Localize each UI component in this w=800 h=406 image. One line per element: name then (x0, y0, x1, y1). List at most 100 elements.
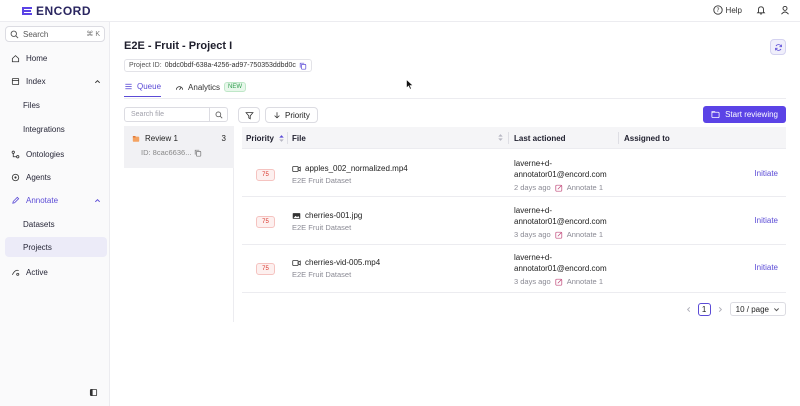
column-last-actioned[interactable]: Last actioned (514, 127, 566, 149)
page-title: E2E - Fruit - Project I (124, 40, 233, 52)
search-icon (215, 111, 222, 118)
stage-name: Annotate 1 (566, 183, 603, 192)
last-actioned-time: 2 days ago (514, 183, 551, 192)
sidebar-item-files[interactable]: Files (0, 95, 110, 115)
image-icon (292, 212, 301, 219)
tab-label: Queue (137, 82, 162, 91)
sidebar-item-label: Projects (23, 242, 52, 252)
actor-line-2: annotator01@encord.com (514, 217, 607, 226)
dataset-name: E2E Fruit Dataset (292, 176, 352, 185)
sidebar-item-home[interactable]: Home (0, 48, 110, 68)
filter-button[interactable] (238, 107, 260, 123)
sidebar-item-label: Index (26, 76, 46, 86)
stage-name: Review 1 (145, 134, 178, 143)
tab-queue[interactable]: Queue (124, 82, 162, 97)
encord-logo[interactable]: ENCORD (21, 4, 91, 18)
sidebar-item-index[interactable]: Index (0, 71, 110, 91)
actor-line-2: annotator01@encord.com (514, 264, 607, 273)
file-search-button[interactable] (209, 108, 227, 121)
top-bar: ENCORD ? Help (0, 0, 800, 22)
chevron-up-icon (94, 79, 101, 83)
brand-name: ENCORD (36, 4, 92, 18)
actor-email: laverne+d- annotator01@encord.com (514, 252, 607, 274)
project-tabs: Queue Analytics NEW (124, 82, 247, 97)
list-icon (125, 83, 132, 90)
column-label: Priority (246, 133, 275, 143)
page-size-select[interactable]: 10 / page (729, 302, 786, 316)
initiate-link[interactable]: Initiate (754, 216, 778, 225)
sort-icon (279, 134, 284, 142)
svg-text:?: ? (716, 7, 719, 14)
actor-line-1: laverne+d- (514, 206, 553, 215)
column-divider (287, 132, 288, 144)
file-search[interactable]: Search file (124, 107, 228, 122)
table-row[interactable]: 75 apples_002_normalized.mp4 E2E Fruit D… (242, 150, 786, 197)
dataset-name: E2E Fruit Dataset (292, 223, 352, 232)
main-content: E2E - Fruit - Project I Project ID: 0bdc… (110, 22, 800, 406)
stage-item-review-1[interactable]: Review 1 3 ID: 8cac6636... (124, 126, 234, 168)
sidebar-item-projects[interactable]: Projects (5, 237, 107, 257)
collapse-sidebar-icon[interactable] (89, 388, 98, 397)
sidebar-item-integrations[interactable]: Integrations (0, 119, 110, 139)
priority-sort-button[interactable]: Priority (265, 107, 318, 123)
sidebar-item-datasets[interactable]: Datasets (0, 214, 110, 234)
sidebar-search[interactable]: Search ⌘ K (5, 26, 105, 42)
search-shortcut: ⌘ K (86, 31, 100, 38)
pagination: 1 10 / page (685, 302, 786, 316)
sidebar-item-label: Files (23, 100, 40, 110)
file-search-input[interactable]: Search file (125, 111, 209, 118)
agents-icon (11, 173, 20, 181)
chevron-down-icon (773, 307, 780, 311)
last-actioned-time: 3 days ago (514, 230, 551, 239)
priority-badge: 75 (256, 216, 275, 228)
page-number-current[interactable]: 1 (697, 302, 711, 316)
sidebar-item-active[interactable]: Active (0, 262, 110, 282)
help-button[interactable]: ? Help (712, 5, 742, 15)
review-folder-icon (711, 111, 720, 119)
annotate-stage-icon (555, 184, 562, 192)
start-reviewing-button[interactable]: Start reviewing (703, 106, 786, 123)
actor-email: laverne+d- annotator01@encord.com (514, 205, 607, 227)
tab-analytics[interactable]: Analytics NEW (175, 82, 247, 97)
chevron-left-icon[interactable] (685, 306, 692, 313)
table-row[interactable]: 75 cherries-vid-005.mp4 E2E Fruit Datase… (242, 246, 786, 293)
stage-list: Review 1 3 ID: 8cac6636... (124, 126, 234, 322)
file-name: cherries-001.jpg (305, 211, 363, 220)
column-label: Last actioned (514, 133, 566, 143)
file-name: apples_002_normalized.mp4 (305, 164, 408, 173)
column-file[interactable]: File (292, 127, 306, 149)
index-icon (11, 77, 20, 85)
sidebar-item-label: Agents (26, 172, 51, 182)
annotate-stage-icon (555, 278, 562, 286)
sidebar-item-agents[interactable]: Agents (0, 167, 110, 187)
sidebar-item-label: Active (26, 267, 48, 277)
column-priority[interactable]: Priority (246, 127, 285, 149)
annotate-icon (12, 196, 20, 204)
help-icon: ? (712, 5, 723, 15)
sidebar-item-label: Datasets (23, 219, 55, 229)
initiate-link[interactable]: Initiate (754, 169, 778, 178)
bell-icon[interactable] (756, 5, 766, 15)
sidebar-item-ontologies[interactable]: Ontologies (0, 144, 110, 164)
actor-line-1: laverne+d- (514, 253, 553, 262)
project-id-label: Project ID: (129, 62, 162, 69)
table-row[interactable]: 75 cherries-001.jpg E2E Fruit Dataset la… (242, 198, 786, 245)
user-icon[interactable] (780, 5, 790, 15)
refresh-icon (774, 43, 782, 51)
sort-icon[interactable] (497, 133, 504, 142)
annotate-stage-icon (555, 231, 562, 239)
sidebar-item-label: Home (26, 53, 48, 63)
column-assigned-to[interactable]: Assigned to (624, 127, 670, 149)
stage-name: Annotate 1 (566, 277, 603, 286)
sidebar-item-annotate[interactable]: Annotate (0, 190, 110, 210)
actor-email: laverne+d- annotator01@encord.com (514, 158, 607, 180)
copy-icon[interactable] (299, 62, 307, 70)
sidebar: Search ⌘ K Home Index Files Integrations… (0, 22, 110, 406)
initiate-link[interactable]: Initiate (754, 263, 778, 272)
video-icon (292, 165, 301, 172)
refresh-button[interactable] (770, 39, 786, 55)
new-badge: NEW (224, 82, 247, 92)
copy-icon[interactable] (194, 149, 202, 157)
chevron-right-icon[interactable] (717, 306, 724, 313)
arrow-down-icon (274, 112, 280, 119)
